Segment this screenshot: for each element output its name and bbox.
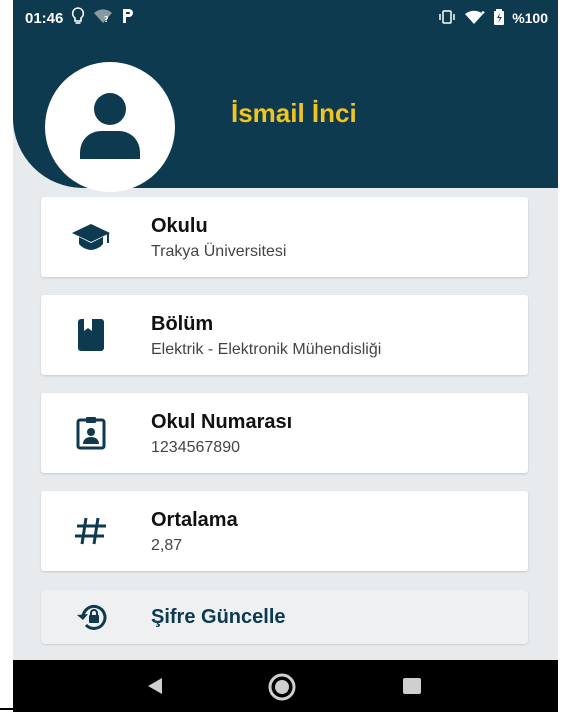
- card-title: Ortalama: [151, 509, 238, 531]
- graduation-cap-icon: [71, 219, 111, 255]
- card-title: Okul Numarası: [151, 411, 293, 433]
- edge-dash: [0, 708, 13, 710]
- card-title: Okulu: [151, 215, 208, 237]
- update-password-button[interactable]: Şifre Güncelle: [41, 590, 528, 644]
- back-icon[interactable]: [145, 676, 165, 701]
- person-icon: [80, 93, 140, 159]
- status-bar-left: 01:46 ?: [25, 7, 135, 29]
- id-badge-icon: [71, 415, 111, 451]
- card-value: Trakya Üniversitesi: [151, 243, 287, 260]
- avatar[interactable]: [45, 62, 175, 192]
- status-time: 01:46: [25, 9, 64, 27]
- hash-icon: [71, 513, 111, 549]
- card-school: Okulu Trakya Üniversitesi: [41, 197, 528, 277]
- system-nav-bar: [13, 660, 558, 712]
- vibrate-icon: [438, 9, 456, 27]
- card-student-number: Okul Numarası 1234567890: [41, 393, 528, 473]
- card-title: Bölüm: [151, 313, 214, 335]
- card-value: 1234567890: [151, 439, 240, 456]
- book-icon: [71, 317, 111, 353]
- profile-name: İsmail İnci: [231, 98, 357, 128]
- update-password-label: Şifre Güncelle: [151, 606, 286, 628]
- status-bar: 01:46 ? %100: [13, 0, 558, 36]
- lightbulb-icon: [71, 7, 85, 29]
- card-gpa: Ortalama 2,87: [41, 491, 528, 571]
- wifi-question-icon: ?: [93, 8, 113, 28]
- battery-text: %100: [512, 10, 548, 26]
- home-icon[interactable]: [268, 673, 296, 706]
- status-bar-right: %100: [438, 8, 548, 28]
- svg-text:?: ?: [104, 15, 109, 24]
- parking-icon: [121, 8, 135, 28]
- battery-icon: [494, 8, 505, 28]
- wifi-icon: [464, 9, 486, 28]
- recents-icon[interactable]: [402, 677, 422, 700]
- card-value: Elektrik - Elektronik Mühendisliği: [151, 341, 382, 358]
- card-department: Bölüm Elektrik - Elektronik Mühendisliği: [41, 295, 528, 375]
- lock-reset-icon: [75, 602, 109, 632]
- card-value: 2,87: [151, 537, 183, 554]
- phone-screen: 01:46 ? %100 İsmail İnci Okulu Trakya Ün…: [13, 0, 558, 712]
